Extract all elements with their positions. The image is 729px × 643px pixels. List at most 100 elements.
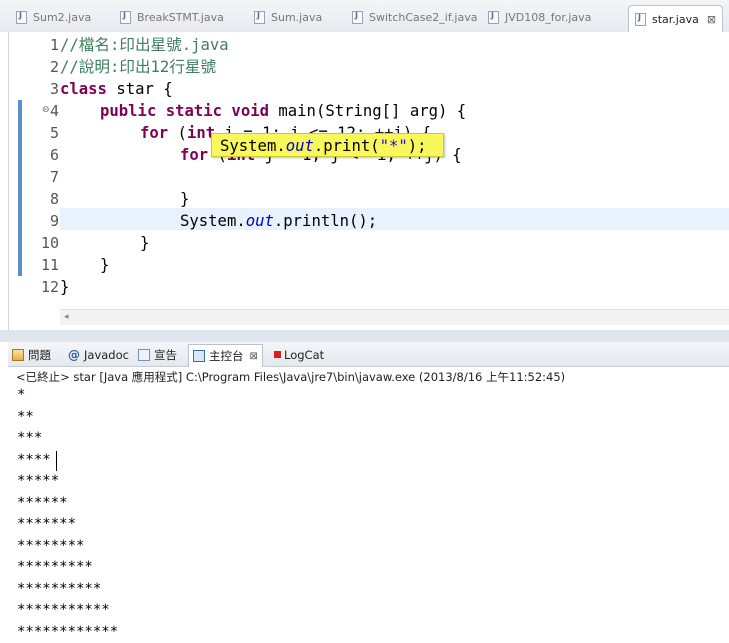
line-number: 9 <box>23 210 59 232</box>
console-line: ********** <box>17 579 118 601</box>
declaration-icon <box>138 349 150 361</box>
comment: //說明:印出12行星號 <box>60 58 216 76</box>
console-line: ***** <box>17 471 118 493</box>
code-text: ); <box>408 137 427 155</box>
console-line: ** <box>17 407 118 429</box>
editor-tab-bar: Sum2.java BreakSTMT.java Sum.java Switch… <box>0 0 729 32</box>
console-line: ********* <box>17 557 118 579</box>
tab-javadoc[interactable]: @ Javadoc <box>68 345 129 364</box>
tab-problems[interactable]: 問題 <box>12 345 51 364</box>
console-line: **** <box>17 450 118 472</box>
line-number: 12 <box>23 276 59 298</box>
line-number: 10 <box>23 232 59 254</box>
logcat-icon <box>274 351 281 358</box>
line-number: 4 <box>23 100 59 122</box>
field-name: out <box>286 137 314 155</box>
tab-label: 問題 <box>28 347 51 363</box>
scroll-left-arrow-icon[interactable]: ◂ <box>64 312 69 322</box>
code-text: System. <box>180 212 246 230</box>
close-tab-icon[interactable]: ⊠ <box>707 13 716 26</box>
line-number: 7 <box>23 166 59 188</box>
code-line-8[interactable]: } <box>60 188 189 210</box>
at-icon: @ <box>68 349 80 361</box>
panel-tab-bar: 問題 @ Javadoc 宣告 主控台 ⊠ LogCat <box>8 342 729 367</box>
line-number: 11 <box>23 254 59 276</box>
keyword: class <box>60 80 107 98</box>
text-cursor <box>56 451 57 471</box>
tab-logcat[interactable]: LogCat <box>274 345 324 364</box>
keyword: public static void <box>100 102 269 120</box>
code-line-4[interactable]: public static void main(String[] arg) { <box>60 100 466 122</box>
code-highlight-tooltip: System.out.print("*"); <box>211 133 444 157</box>
line-number: 3 <box>23 78 59 100</box>
line-number: 1 <box>23 34 59 56</box>
line-number: 5 <box>23 122 59 144</box>
change-ruler-marker <box>18 100 22 122</box>
code-editor[interactable]: 1 2 3 4 5 6 7 8 9 10 11 12 ⊖ //檔名:印出星號.j… <box>8 32 729 330</box>
tab-declaration[interactable]: 宣告 <box>138 345 177 364</box>
tab-label: LogCat <box>284 348 324 362</box>
tab-label: JVD108_for.java <box>505 11 591 24</box>
comment: //檔名:印出星號.java <box>60 36 229 54</box>
horizontal-scrollbar[interactable]: ◂ <box>60 309 729 325</box>
tab-label: star.java <box>652 13 699 26</box>
java-file-icon <box>352 11 363 24</box>
console-line: ******** <box>17 536 118 558</box>
java-file-icon <box>16 11 27 24</box>
code-text: main(String[] arg) { <box>269 102 466 120</box>
change-ruler-marker <box>18 122 22 276</box>
tab-sum2-java[interactable]: Sum2.java <box>16 6 91 28</box>
code-text: } <box>100 256 109 274</box>
console-output[interactable]: * ** *** **** ***** ****** ******* *****… <box>17 385 118 643</box>
line-number: 2 <box>23 56 59 78</box>
code-text: ( <box>168 124 187 142</box>
code-text: } <box>60 278 69 296</box>
code-text: } <box>140 234 149 252</box>
code-line-9[interactable]: System.out.println(); <box>60 210 377 232</box>
console-icon <box>193 350 205 362</box>
code-text: .println(); <box>274 212 377 230</box>
tab-switchcase2-if-java[interactable]: SwitchCase2_if.java <box>352 6 477 28</box>
tab-sum-java[interactable]: Sum.java <box>254 6 322 28</box>
console-line: *** <box>17 428 118 450</box>
java-file-icon <box>254 11 265 24</box>
tab-console[interactable]: 主控台 ⊠ <box>188 344 263 367</box>
java-file-icon <box>635 13 646 26</box>
string-literal: "*" <box>380 137 408 155</box>
line-number: 6 <box>23 144 59 166</box>
line-number: 8 <box>23 188 59 210</box>
code-line-10[interactable]: } <box>60 232 149 254</box>
code-text: star { <box>107 80 173 98</box>
tab-label: Javadoc <box>84 348 129 362</box>
tab-label: SwitchCase2_if.java <box>369 11 477 24</box>
tab-label: 主控台 <box>209 348 244 364</box>
code-text: .print( <box>314 137 380 155</box>
java-file-icon <box>488 11 499 24</box>
tab-label: BreakSTMT.java <box>137 11 224 24</box>
close-tab-icon[interactable]: ⊠ <box>250 351 258 362</box>
console-header: <已終止> star [Java 應用程式] C:\Program Files\… <box>16 369 565 385</box>
problems-icon <box>12 349 24 361</box>
console-line: ******* <box>17 514 118 536</box>
tab-label: 宣告 <box>154 347 177 363</box>
view-splitter[interactable] <box>0 330 729 342</box>
java-file-icon <box>120 11 131 24</box>
keyword: for <box>140 124 168 142</box>
field-name: out <box>246 212 274 230</box>
code-text: } <box>180 190 189 208</box>
console-line: * <box>17 385 118 407</box>
tab-jvd108-for-java[interactable]: JVD108_for.java <box>488 6 591 28</box>
code-line-11[interactable]: } <box>60 254 109 276</box>
code-line-12[interactable]: } <box>60 276 69 298</box>
code-text: System. <box>220 137 286 155</box>
tab-star-java[interactable]: star.java ⊠ <box>628 5 723 33</box>
tab-label: Sum.java <box>271 11 322 24</box>
tab-breakstmt-java[interactable]: BreakSTMT.java <box>120 6 224 28</box>
code-line-3[interactable]: class star { <box>60 78 173 100</box>
fold-collapse-icon[interactable]: ⊖ <box>42 105 50 115</box>
tab-label: Sum2.java <box>33 11 91 24</box>
code-line-2[interactable]: //說明:印出12行星號 <box>60 56 216 78</box>
console-line: *********** <box>17 600 118 622</box>
keyword: for <box>180 146 208 164</box>
code-line-1[interactable]: //檔名:印出星號.java <box>60 34 229 56</box>
